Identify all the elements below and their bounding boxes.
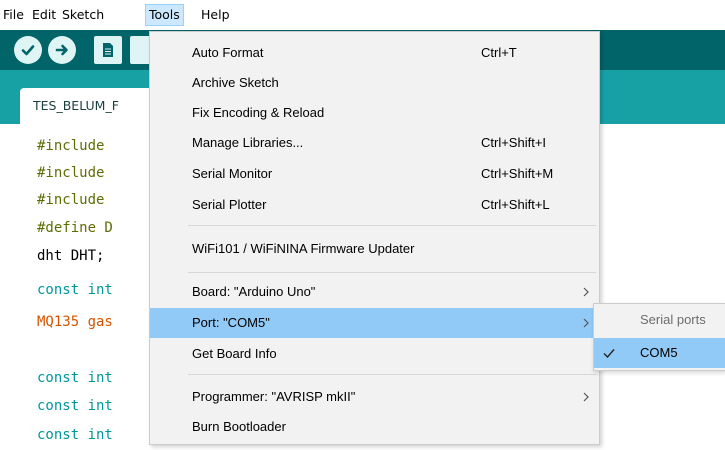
port-item-label: COM5 <box>640 345 678 360</box>
menu-item-programmer[interactable]: Programmer: "AVRISP mkII" <box>150 382 599 412</box>
port-submenu: Serial ports COM5 <box>593 303 725 371</box>
menu-item-archive-sketch[interactable]: Archive Sketch <box>150 68 599 98</box>
menu-item-board[interactable]: Board: "Arduino Uno" <box>150 277 599 307</box>
code-line: const int <box>37 398 113 414</box>
code-line: #include <box>37 165 105 181</box>
code-line: #include <box>37 192 105 208</box>
menu-separator <box>188 374 596 375</box>
new-button[interactable] <box>94 36 122 64</box>
chevron-right-icon <box>583 318 589 328</box>
code-line: #define D <box>37 220 113 236</box>
tools-menu: Auto Format Ctrl+T Archive Sketch Fix En… <box>149 31 600 445</box>
menu-item-label: Fix Encoding & Reload <box>192 105 325 120</box>
checkmark-icon <box>603 349 615 359</box>
menu-file[interactable]: File <box>0 4 27 26</box>
upload-button[interactable] <box>48 36 76 64</box>
menu-item-burn-bootloader[interactable]: Burn Bootloader <box>150 412 599 442</box>
menu-item-fix-encoding[interactable]: Fix Encoding & Reload <box>150 98 599 128</box>
menu-item-label: Burn Bootloader <box>192 419 286 434</box>
open-button[interactable] <box>130 36 149 64</box>
menu-item-label: Port: "COM5" <box>192 315 270 330</box>
code-line: const int <box>37 370 113 386</box>
menu-item-firmware-updater[interactable]: WiFi101 / WiFiNINA Firmware Updater <box>150 234 599 264</box>
new-file-icon <box>103 43 113 57</box>
menu-item-auto-format[interactable]: Auto Format Ctrl+T <box>150 38 599 68</box>
menu-item-manage-libraries[interactable]: Manage Libraries... Ctrl+Shift+I <box>150 128 599 158</box>
menu-separator <box>188 272 596 273</box>
menu-separator <box>188 225 596 226</box>
menu-item-serial-monitor[interactable]: Serial Monitor Ctrl+Shift+M <box>150 159 599 189</box>
menu-item-label: Auto Format <box>192 45 264 60</box>
menu-item-label: Serial Plotter <box>192 197 267 212</box>
menu-item-label: Serial Monitor <box>192 166 273 181</box>
checkmark-icon <box>21 45 35 56</box>
chevron-right-icon <box>583 287 589 297</box>
menu-item-shortcut: Ctrl+Shift+M <box>481 166 554 181</box>
code-line: const int <box>37 282 113 298</box>
menu-item-label: Manage Libraries... <box>192 135 304 150</box>
submenu-header: Serial ports <box>640 312 706 327</box>
menu-item-label: Programmer: "AVRISP mkII" <box>192 389 356 404</box>
menu-item-label: Archive Sketch <box>192 75 279 90</box>
menu-tools[interactable]: Tools <box>145 4 184 26</box>
menu-edit[interactable]: Edit <box>29 4 59 26</box>
code-line: dht DHT; <box>37 248 105 264</box>
code-line: MQ135 gas <box>37 314 113 330</box>
menu-item-shortcut: Ctrl+Shift+L <box>481 197 550 212</box>
arrow-right-icon <box>55 44 68 56</box>
menu-item-port[interactable]: Port: "COM5" <box>150 308 599 338</box>
menu-item-serial-plotter[interactable]: Serial Plotter Ctrl+Shift+L <box>150 190 599 220</box>
code-line: #include <box>37 138 105 154</box>
menu-item-shortcut: Ctrl+T <box>481 45 517 60</box>
tab-sketch[interactable]: TES_BELUM_F <box>20 88 165 124</box>
menu-item-board-info[interactable]: Get Board Info <box>150 339 599 369</box>
chevron-right-icon <box>583 392 589 402</box>
verify-button[interactable] <box>14 36 42 64</box>
menu-bar: File Edit Sketch Tools Help <box>0 0 725 30</box>
menu-item-shortcut: Ctrl+Shift+I <box>481 135 547 150</box>
menu-item-label: Get Board Info <box>192 346 277 361</box>
menu-help[interactable]: Help <box>198 4 233 26</box>
port-item-com5[interactable]: COM5 <box>594 338 725 368</box>
menu-item-label: WiFi101 / WiFiNINA Firmware Updater <box>192 241 415 256</box>
code-line: const int <box>37 427 113 443</box>
menu-item-label: Board: "Arduino Uno" <box>192 284 316 299</box>
menu-sketch[interactable]: Sketch <box>59 4 107 26</box>
